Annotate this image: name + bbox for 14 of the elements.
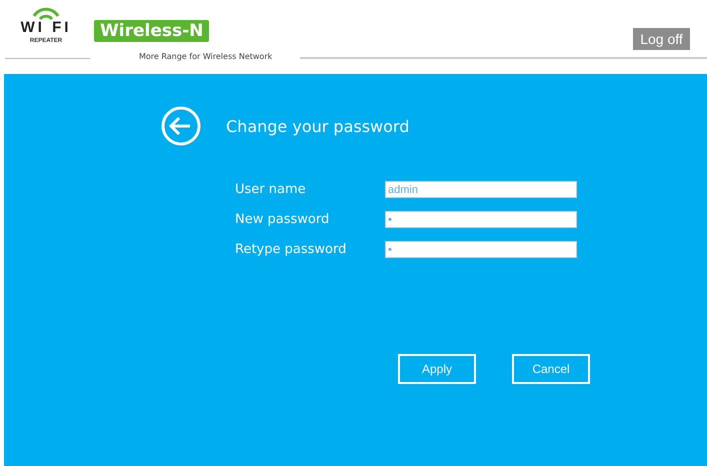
product-badge: Wireless-N: [94, 20, 210, 42]
input-field[interactable]: •: [385, 241, 577, 258]
apply-button[interactable]: Apply: [398, 354, 476, 384]
page-title: Change your password: [226, 116, 410, 136]
logo-wordmark: WI FI: [20, 20, 72, 36]
log-off-button[interactable]: Log off: [633, 28, 690, 50]
field-label: New password: [235, 212, 330, 227]
field-label: Retype password: [235, 242, 348, 257]
input-field[interactable]: admin: [385, 181, 577, 198]
field-label: User name: [235, 182, 307, 197]
cancel-button[interactable]: Cancel: [512, 354, 590, 384]
back-button[interactable]: [160, 105, 202, 147]
tagline: More Range for Wireless Network: [139, 52, 272, 61]
input-field[interactable]: •: [385, 211, 577, 228]
